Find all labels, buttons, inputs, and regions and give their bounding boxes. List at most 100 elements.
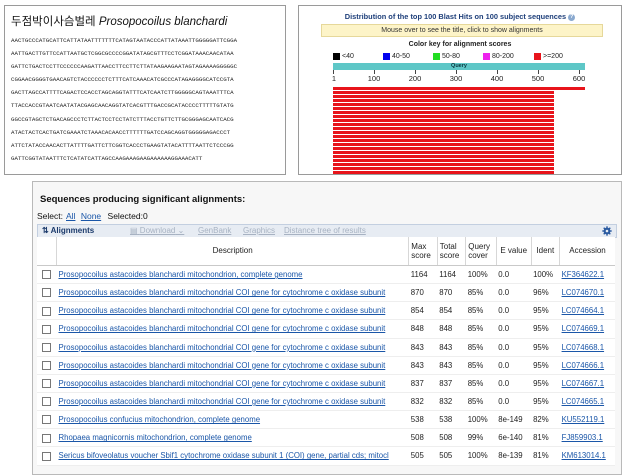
hit-bar[interactable]: [333, 163, 554, 166]
hit-bar[interactable]: [333, 139, 554, 142]
row-accession-cell: LC074664.1: [559, 301, 615, 321]
row-ident-cell: 82%: [531, 410, 560, 430]
row-total-score-cell: 870: [437, 283, 466, 303]
header-accession[interactable]: Accession: [559, 237, 615, 266]
hit-bar[interactable]: [333, 135, 554, 138]
legend-label: 80-200: [492, 53, 514, 60]
row-e-value: 0.0: [498, 342, 510, 352]
row-accession-link[interactable]: LC074666.1: [562, 361, 605, 370]
row-checkbox[interactable]: [42, 360, 51, 370]
sequence-title-korean: 두점박이사슴벌레: [11, 16, 96, 28]
row-query-cover-cell: 100%: [465, 446, 497, 466]
gear-icon[interactable]: [602, 226, 612, 236]
header-max-score[interactable]: Max score: [408, 237, 438, 266]
table-row: Prosopocoilus confucius mitochondrion, c…: [37, 410, 615, 430]
row-accession-link[interactable]: KM613014.1: [562, 451, 606, 460]
row-description-link[interactable]: Sericus bifoveolatus voucher Sbif1 cytoc…: [59, 451, 389, 460]
legend-item: 80-200: [483, 52, 514, 61]
sequence-line: GGCCGTAGCTCTGACAGCCCTCTTACTCCTCCTATCTTTA…: [11, 115, 234, 123]
row-description-link[interactable]: Prosopocoilus astacoides blanchardi mito…: [59, 270, 303, 279]
row-accession-cell: KU552119.1: [559, 410, 615, 430]
row-accession-link[interactable]: LC074665.1: [562, 397, 605, 406]
select-none-link[interactable]: None: [81, 211, 101, 221]
row-accession-link[interactable]: LC074664.1: [562, 306, 605, 315]
row-accession-link[interactable]: KU552119.1: [562, 415, 605, 424]
row-max-score: 843: [410, 342, 424, 352]
row-checkbox[interactable]: [42, 288, 51, 298]
table-row: Prosopocoilus astacoides blanchardi mito…: [37, 392, 615, 412]
distance-tree-link[interactable]: Distance tree of results: [284, 225, 366, 237]
row-e-value: 0.0: [498, 378, 510, 388]
row-accession-link[interactable]: LC074668.1: [562, 343, 605, 352]
sequence-line: ATTCTATACCAACACTTATTTTGATTCTTCGGTCACCCTG…: [11, 141, 234, 149]
select-all-link[interactable]: All: [66, 211, 75, 221]
hit-bar[interactable]: [333, 103, 554, 106]
row-max-score-cell: 870: [408, 283, 438, 303]
row-description-link[interactable]: Prosopocoilus confucius mitochondrion, c…: [59, 415, 261, 424]
hit-bar[interactable]: [333, 171, 554, 174]
row-query-cover: 85%: [467, 378, 484, 388]
genbank-link[interactable]: GenBank: [198, 225, 231, 237]
download-menu[interactable]: ▤ Download ⌄: [130, 225, 184, 237]
table-row: Prosopocoilus astacoides blanchardi mito…: [37, 356, 615, 375]
header-total-score[interactable]: Total score: [437, 237, 467, 266]
row-description-link[interactable]: Prosopocoilus astacoides blanchardi mito…: [59, 379, 386, 388]
row-query-cover: 85%: [467, 397, 484, 407]
hit-bar[interactable]: [333, 131, 554, 134]
row-checkbox[interactable]: [42, 433, 51, 443]
row-checkbox[interactable]: [42, 397, 51, 407]
table-row: Sericus bifoveolatus voucher Sbif1 cytoc…: [37, 446, 615, 466]
hit-bar[interactable]: [333, 91, 554, 94]
hit-bar[interactable]: [333, 147, 554, 150]
row-checkbox[interactable]: [42, 306, 51, 316]
hit-bar[interactable]: [333, 111, 554, 114]
help-icon[interactable]: ?: [568, 13, 576, 21]
hit-bar[interactable]: [333, 87, 585, 90]
row-description-link[interactable]: Prosopocoilus astacoides blanchardi mito…: [59, 324, 386, 333]
header-query-cover[interactable]: Query cover: [465, 237, 497, 266]
row-checkbox[interactable]: [42, 342, 51, 352]
checkbox-cell: [37, 301, 57, 321]
graphics-link[interactable]: Graphics: [243, 225, 275, 237]
row-description-link[interactable]: Prosopocoilus astacoides blanchardi mito…: [59, 361, 386, 370]
row-description-link[interactable]: Prosopocoilus astacoides blanchardi mito…: [59, 306, 386, 315]
hit-bar[interactable]: [333, 107, 554, 110]
hit-bar[interactable]: [333, 155, 554, 158]
row-accession-link[interactable]: LC074667.1: [562, 379, 605, 388]
hit-bar[interactable]: [333, 95, 554, 98]
hit-bars[interactable]: [333, 87, 613, 174]
hit-bar[interactable]: [333, 151, 554, 154]
row-accession-link[interactable]: KF364622.1: [562, 270, 604, 279]
hit-bar[interactable]: [333, 159, 554, 162]
hit-bar[interactable]: [333, 143, 554, 146]
row-accession-link[interactable]: LC074669.1: [562, 324, 605, 333]
row-accession-link[interactable]: FJ859903.1: [562, 433, 603, 442]
row-description-cell: Sericus bifoveolatus voucher Sbif1 cytoc…: [56, 446, 409, 466]
row-ident-cell: 96%: [531, 283, 560, 303]
row-checkbox[interactable]: [42, 270, 51, 280]
alignments-toggle[interactable]: ⇅ Alignments: [42, 225, 94, 237]
row-checkbox[interactable]: [42, 324, 51, 334]
hit-bar[interactable]: [333, 119, 554, 122]
header-description[interactable]: Description: [56, 237, 410, 266]
header-ident[interactable]: Ident: [531, 237, 561, 266]
row-max-score: 837: [410, 378, 424, 388]
row-total-score: 843: [439, 360, 453, 370]
hit-bar[interactable]: [333, 127, 554, 130]
hit-bar[interactable]: [333, 167, 554, 170]
row-description-link[interactable]: Prosopocoilus astacoides blanchardi mito…: [59, 288, 386, 297]
row-accession-link[interactable]: LC074670.1: [562, 288, 605, 297]
hit-bar[interactable]: [333, 115, 554, 118]
row-checkbox[interactable]: [42, 451, 51, 461]
row-total-score-cell: 837: [437, 374, 466, 393]
row-checkbox[interactable]: [42, 415, 51, 425]
row-description-link[interactable]: Prosopocoilus astacoides blanchardi mito…: [59, 397, 386, 406]
row-description-link[interactable]: Prosopocoilus astacoides blanchardi mito…: [59, 343, 386, 352]
hit-bar[interactable]: [333, 123, 554, 126]
row-checkbox[interactable]: [42, 379, 51, 389]
hit-bar[interactable]: [333, 99, 554, 102]
row-description-link[interactable]: Rhopaea magnicornis mitochondrion, compl…: [59, 433, 252, 442]
header-e-value[interactable]: E value: [496, 237, 532, 266]
sequence-lines: AACTGCCCATGCATTCATTATAATTTTTTTCATAGTAATA…: [11, 34, 283, 165]
row-total-score-cell: 505: [437, 446, 466, 466]
